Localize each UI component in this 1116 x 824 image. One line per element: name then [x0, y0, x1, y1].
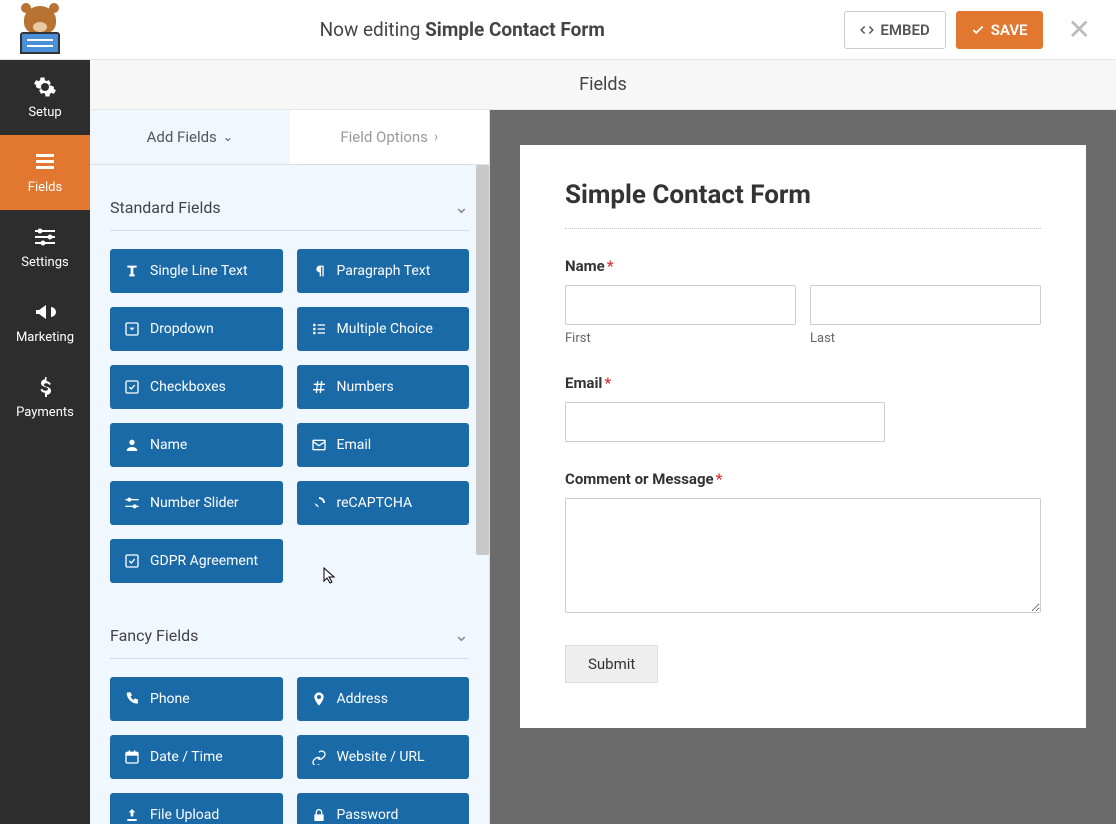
first-sublabel: First [565, 331, 796, 346]
comment-textarea[interactable] [565, 498, 1041, 613]
list-icon [33, 150, 57, 174]
section-header[interactable]: Standard Fields⌄ [110, 185, 469, 231]
rail-item-marketing[interactable]: Marketing [0, 285, 90, 360]
field-single-line-text[interactable]: Single Line Text [110, 249, 283, 293]
calendar-icon [124, 749, 140, 765]
form-canvas[interactable]: Simple Contact Form Name* First Last Ema… [520, 145, 1086, 728]
gear-icon [33, 75, 57, 99]
submit-button[interactable]: Submit [565, 645, 658, 683]
paragraph-icon [311, 263, 327, 279]
sliders-h-icon [124, 495, 140, 511]
sliders-icon [33, 225, 57, 249]
last-sublabel: Last [810, 331, 1041, 346]
column-header: Fields [90, 60, 1116, 110]
save-button[interactable]: SAVE [956, 11, 1043, 49]
comment-label: Comment or Message* [565, 470, 1041, 488]
rail-label: Setup [28, 105, 61, 120]
check-square-icon [124, 379, 140, 395]
caret-down-box-icon [124, 321, 140, 337]
tab-add-fields[interactable]: Add Fields ⌄ [90, 110, 290, 164]
field-dropdown[interactable]: Dropdown [110, 307, 283, 351]
rail-label: Payments [16, 405, 74, 420]
chevron-down-icon: ⌄ [454, 197, 469, 218]
field-file-upload[interactable]: File Upload [110, 793, 283, 824]
top-bar: Now editing Simple Contact Form EMBED SA… [0, 0, 1116, 60]
field-number-slider[interactable]: Number Slider [110, 481, 283, 525]
map-marker-icon [311, 691, 327, 707]
code-icon [860, 23, 874, 37]
check-square-icon [124, 553, 140, 569]
scrollbar[interactable] [476, 165, 489, 555]
first-name-input[interactable] [565, 285, 796, 325]
dollar-icon [33, 375, 57, 399]
form-preview-area: Simple Contact Form Name* First Last Ema… [490, 110, 1116, 824]
field-gdpr-agreement[interactable]: GDPR Agreement [110, 539, 283, 583]
email-input[interactable] [565, 402, 885, 442]
phone-icon [124, 691, 140, 707]
close-icon[interactable]: ✕ [1063, 13, 1096, 46]
chevron-down-icon: ⌄ [223, 130, 233, 144]
form-title: Simple Contact Form [565, 180, 1041, 229]
field-recaptcha[interactable]: reCAPTCHA [297, 481, 470, 525]
field-multiple-choice[interactable]: Multiple Choice [297, 307, 470, 351]
email-label: Email* [565, 374, 1041, 392]
chevron-down-icon: ⌄ [454, 625, 469, 646]
rail-label: Settings [21, 255, 68, 270]
recaptcha-icon [311, 495, 327, 511]
name-label: Name* [565, 257, 1041, 275]
field-phone[interactable]: Phone [110, 677, 283, 721]
fields-panel: Add Fields ⌄ Field Options › Standard Fi… [90, 110, 490, 824]
editing-title: Now editing Simple Contact Form [80, 18, 844, 41]
field-password[interactable]: Password [297, 793, 470, 824]
lock-icon [311, 807, 327, 823]
last-name-input[interactable] [810, 285, 1041, 325]
chevron-right-icon: › [434, 129, 438, 145]
field-email[interactable]: Email [297, 423, 470, 467]
rail-item-setup[interactable]: Setup [0, 60, 90, 135]
check-icon [971, 23, 985, 37]
hash-icon [311, 379, 327, 395]
logo [10, 6, 70, 54]
rail-label: Fields [28, 180, 62, 195]
envelope-icon [311, 437, 327, 453]
section-header[interactable]: Fancy Fields⌄ [110, 613, 469, 659]
field-name[interactable]: Name [110, 423, 283, 467]
rail-item-payments[interactable]: Payments [0, 360, 90, 435]
rail-item-fields[interactable]: Fields [0, 135, 90, 210]
embed-button[interactable]: EMBED [844, 11, 945, 49]
rail-label: Marketing [16, 330, 74, 345]
bullhorn-icon [33, 300, 57, 324]
upload-icon [124, 807, 140, 823]
rail-item-settings[interactable]: Settings [0, 210, 90, 285]
field-paragraph-text[interactable]: Paragraph Text [297, 249, 470, 293]
field-checkboxes[interactable]: Checkboxes [110, 365, 283, 409]
text-width-icon [124, 263, 140, 279]
list-ul-icon [311, 321, 327, 337]
field-numbers[interactable]: Numbers [297, 365, 470, 409]
user-icon [124, 437, 140, 453]
link-icon [311, 749, 327, 765]
field-website-url[interactable]: Website / URL [297, 735, 470, 779]
field-date-time[interactable]: Date / Time [110, 735, 283, 779]
tab-field-options[interactable]: Field Options › [290, 110, 490, 164]
field-address[interactable]: Address [297, 677, 470, 721]
sidebar-rail: Setup Fields Settings Marketing Payments [0, 60, 90, 824]
